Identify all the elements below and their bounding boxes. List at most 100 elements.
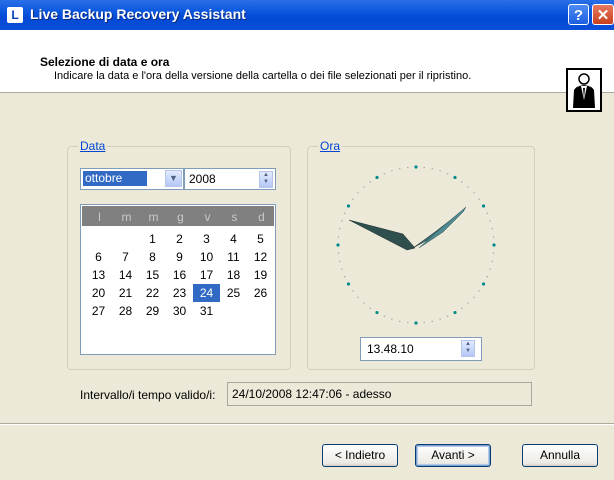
weekday-label: v: [204, 210, 211, 224]
calendar-day[interactable]: 23: [166, 284, 193, 302]
clock-minute-mark: [486, 276, 488, 278]
hour-hand: [348, 219, 416, 251]
analog-clock: [336, 165, 496, 325]
weekday-label: m: [148, 210, 159, 224]
clock-minute-mark: [492, 236, 495, 238]
clock-minute-mark: [352, 198, 354, 200]
calendar-day[interactable]: 19: [247, 266, 274, 284]
clock-hour-mark: [375, 310, 379, 315]
calendar-day[interactable]: 12: [247, 248, 274, 266]
calendar-day[interactable]: 21: [112, 284, 139, 302]
clock-minute-mark: [467, 302, 469, 304]
year-spinner[interactable]: 2008 ▲ ▼: [184, 168, 276, 190]
interval-value: 24/10/2008 12:47:06 - adesso: [232, 387, 392, 401]
clock-hour-mark: [346, 282, 351, 286]
clock-minute-mark: [461, 307, 463, 309]
clock-hour-mark: [481, 204, 486, 208]
clock-minute-mark: [369, 181, 371, 183]
calendar-day[interactable]: 4: [220, 230, 247, 248]
calendar-day[interactable]: 14: [112, 266, 139, 284]
calendar-day[interactable]: 28: [112, 302, 139, 320]
back-button[interactable]: < Indietro: [322, 444, 398, 467]
clock-minute-mark: [339, 260, 341, 262]
calendar-day[interactable]: 2: [166, 230, 193, 248]
clock-hour-mark: [492, 243, 496, 247]
title-bar[interactable]: L Live Backup Recovery Assistant ? ✕: [0, 0, 614, 30]
calendar-day[interactable]: 18: [220, 266, 247, 284]
calendar-day[interactable]: 10: [193, 248, 220, 266]
clock-hour-mark: [414, 321, 418, 325]
clock-minute-mark: [363, 186, 365, 188]
weekday-label: g: [177, 210, 184, 224]
clock-minute-mark: [337, 252, 340, 254]
calendar-day[interactable]: 29: [139, 302, 166, 320]
month-value: ottobre: [83, 171, 147, 186]
second-hand: [418, 206, 467, 249]
calendar-day[interactable]: 13: [85, 266, 112, 284]
month-select[interactable]: ottobre ▼: [80, 168, 184, 190]
clock-hour-mark: [336, 243, 340, 247]
next-button[interactable]: Avanti >: [415, 444, 491, 467]
header-title: Selezione di data e ora: [40, 55, 170, 69]
calendar-day-selected[interactable]: 24: [193, 284, 220, 302]
clock-hour-mark: [375, 175, 379, 180]
calendar-day[interactable]: 7: [112, 248, 139, 266]
clock-minute-mark: [344, 212, 346, 214]
wizard-header: Selezione di data e ora Indicare la data…: [0, 30, 614, 112]
clock-minute-mark: [383, 173, 385, 175]
clock-minute-mark: [467, 186, 469, 188]
clock-minute-mark: [383, 315, 385, 317]
clock-minute-mark: [431, 168, 433, 170]
calendar-day[interactable]: 11: [220, 248, 247, 266]
calendar-day[interactable]: 1: [139, 230, 166, 248]
calendar-day[interactable]: 15: [139, 266, 166, 284]
clock-minute-mark: [407, 166, 409, 169]
calendar-day[interactable]: 20: [85, 284, 112, 302]
calendar-weekday-header: lmmgvsd: [82, 206, 274, 226]
time-group-label: Ora: [318, 139, 343, 153]
app-icon: L: [7, 7, 23, 23]
weekday-label: s: [231, 210, 238, 224]
clock-minute-mark: [391, 170, 393, 172]
clock-minute-mark: [486, 212, 488, 214]
calendar-day[interactable]: 8: [139, 248, 166, 266]
clock-minute-mark: [399, 320, 401, 322]
calendar-day[interactable]: 16: [166, 266, 193, 284]
help-button[interactable]: ?: [568, 4, 589, 25]
clock-minute-mark: [491, 260, 493, 262]
clock-minute-mark: [363, 302, 365, 304]
clock-hour-mark: [481, 282, 486, 286]
clock-hour-mark: [453, 310, 457, 315]
clock-minute-mark: [337, 236, 340, 238]
clock-minute-mark: [447, 315, 449, 317]
interval-label: Intervallo/i tempo valido/i:: [80, 388, 216, 402]
chevron-down-icon[interactable]: ▼: [165, 170, 182, 187]
weekday-label: d: [258, 210, 265, 224]
calendar-day[interactable]: 9: [166, 248, 193, 266]
calendar-day[interactable]: 22: [139, 284, 166, 302]
clock-minute-mark: [341, 220, 343, 222]
spin-arrows-icon[interactable]: ▲ ▼: [259, 171, 273, 188]
calendar-day[interactable]: 3: [193, 230, 220, 248]
clock-minute-mark: [473, 192, 475, 194]
calendar[interactable]: lmmgvsd 1 2 3 4 5 6 7 8 9 10 11 12 13 14 15 16 17 18 19 20 2…: [80, 204, 276, 355]
date-group-label: Data: [78, 139, 108, 153]
close-button[interactable]: ✕: [592, 4, 614, 25]
calendar-day[interactable]: 17: [193, 266, 220, 284]
cancel-button[interactable]: Annulla: [522, 444, 598, 467]
clock-minute-mark: [357, 192, 359, 194]
calendar-day[interactable]: 26: [247, 284, 274, 302]
clock-minute-mark: [478, 290, 480, 292]
calendar-day[interactable]: 5: [247, 230, 274, 248]
time-spin-arrows-icon[interactable]: ▲ ▼: [461, 340, 475, 357]
time-input[interactable]: 13.48.10 ▲ ▼: [360, 337, 482, 361]
calendar-day[interactable]: 31: [193, 302, 220, 320]
calendar-day[interactable]: 30: [166, 302, 193, 320]
clock-minute-mark: [489, 220, 491, 222]
window-title: Live Backup Recovery Assistant: [30, 6, 246, 22]
clock-minute-mark: [431, 320, 433, 322]
calendar-day[interactable]: 27: [85, 302, 112, 320]
weekday-label: l: [98, 210, 101, 224]
calendar-day[interactable]: 25: [220, 284, 247, 302]
calendar-day[interactable]: 6: [85, 248, 112, 266]
